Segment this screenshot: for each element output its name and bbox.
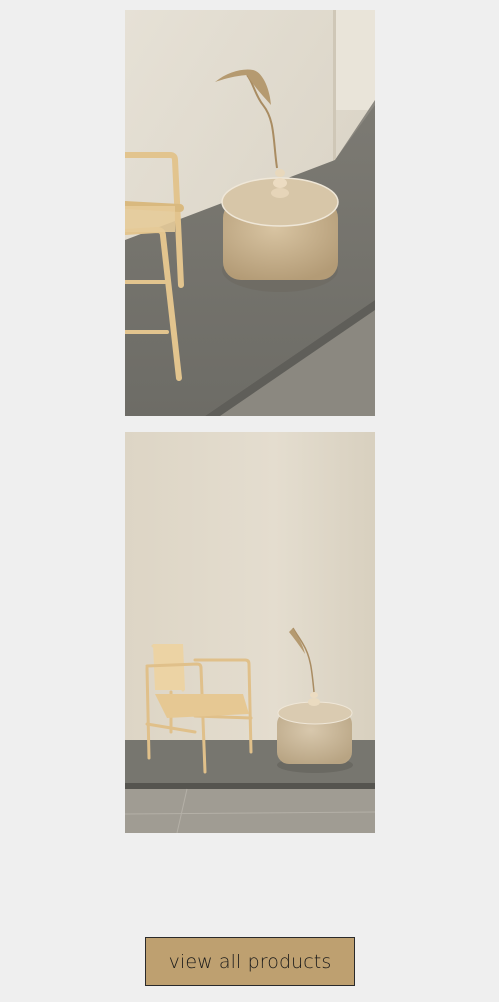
photo-wide-image: [125, 432, 375, 833]
photo-closeup-image: [125, 10, 375, 416]
product-photo-wide: [125, 432, 375, 833]
product-photo-closeup: [125, 10, 375, 416]
view-all-products-button[interactable]: view all products: [145, 937, 355, 986]
